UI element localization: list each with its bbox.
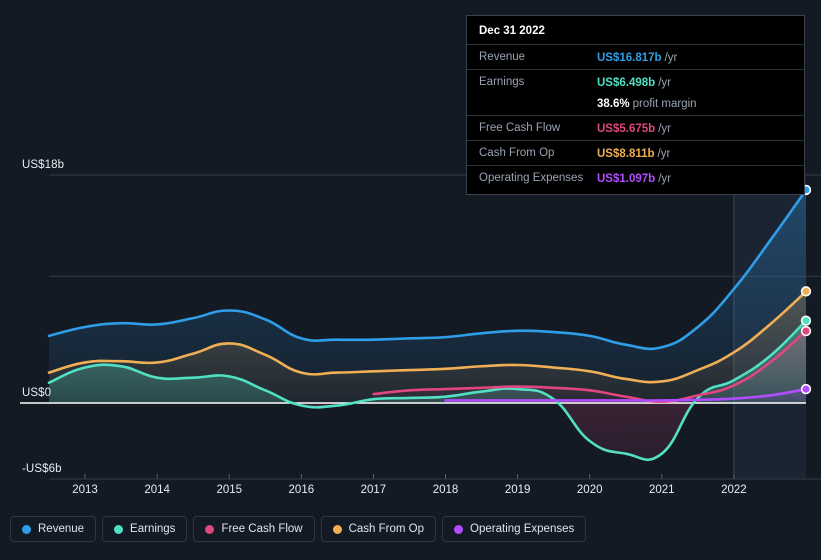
legend-dot-icon: [114, 524, 124, 534]
tooltip-value: US$1.097b: [597, 173, 656, 185]
tooltip-row-3: Free Cash Flow US$5.675b/yr: [467, 115, 804, 140]
tooltip-value-wrap: 38.6% profit margin: [597, 94, 697, 112]
y-axis-label-2: -US$6b: [22, 463, 62, 476]
x-axis-label-2015: 2015: [216, 484, 243, 496]
tooltip-label: Revenue: [479, 51, 526, 63]
tooltip-unit: /yr: [658, 123, 671, 135]
tooltip-label: Operating Expenses: [479, 172, 584, 184]
legend-label: Earnings: [130, 523, 176, 535]
tooltip-row-5: Operating Expenses US$1.097b/yr: [467, 165, 804, 190]
tooltip-title: Dec 31 2022: [479, 25, 545, 37]
x-axis-label-2014: 2014: [144, 484, 170, 496]
tooltip-value-wrap: US$8.811b/yr: [597, 144, 670, 162]
tooltip-value: US$16.817b: [597, 52, 662, 64]
legend-dot-icon: [205, 524, 215, 534]
tooltip-row-2: 38.6% profit margin: [467, 94, 804, 115]
endpoint-marker-operating-expenses[interactable]: [800, 383, 812, 395]
tooltip-value: US$8.811b: [597, 148, 655, 160]
x-axis-label-2022: 2022: [721, 484, 747, 496]
tooltip-label: Free Cash Flow: [479, 122, 561, 134]
y-axis-label-0: US$18b: [22, 158, 65, 171]
x-axis-ticks: [84, 474, 735, 479]
legend-dot-icon: [454, 524, 464, 534]
tooltip-value-wrap: US$6.498b/yr: [597, 73, 671, 91]
legend-item-cash-from-op[interactable]: Cash From Op: [320, 516, 437, 542]
tooltip-label: Earnings: [479, 76, 525, 88]
x-axis-label-2020: 2020: [576, 484, 603, 496]
tooltip-unit: /yr: [664, 52, 678, 64]
tooltip-value-wrap: US$1.097b/yr: [597, 169, 671, 187]
tooltip-value-wrap: US$16.817b/yr: [597, 48, 677, 66]
legend-dot-icon: [22, 524, 31, 534]
x-axis-label-2018: 2018: [432, 484, 459, 496]
x-axis-label-2021: 2021: [649, 484, 675, 496]
tooltip-value: US$6.498b: [597, 77, 656, 89]
x-axis-label-2016: 2016: [288, 484, 315, 496]
tooltip-unit: /yr: [657, 148, 671, 160]
legend-item-revenue[interactable]: Revenue: [10, 516, 97, 542]
series-lines: [47, 188, 808, 462]
tooltip-unit: /yr: [658, 77, 671, 89]
chart-legend[interactable]: Revenue Earnings Free Cash Flow Cash From O…: [10, 516, 587, 542]
tooltip-value: 38.6%: [597, 98, 630, 110]
legend-label: Cash From Op: [348, 523, 425, 535]
legend-item-operating-expenses[interactable]: Operating Expenses: [442, 516, 587, 542]
tooltip-value: US$5.675b: [597, 123, 656, 135]
tooltip-label: Cash From Op: [479, 147, 555, 159]
tooltip-rows: Revenue US$16.817b/yr Earnings US$6.498b/yr…: [467, 44, 804, 190]
x-axis-label-2013: 2013: [72, 484, 98, 496]
tooltip-value-wrap: US$5.675b/yr: [597, 119, 671, 137]
financial-chart-page: US$18b US$0 -US$6b 2013 2014 2015 2016 2017 201…: [0, 0, 821, 560]
endpoint-marker-free-cash-flow[interactable]: [800, 325, 812, 337]
tooltip-unit: profit margin: [632, 98, 697, 110]
x-axis-label-2019: 2019: [504, 484, 531, 496]
tooltip-row-1: Earnings US$6.498b/yr: [467, 69, 804, 94]
endpoint-marker-cash-from-op[interactable]: [800, 286, 812, 297]
legend-dot-icon: [332, 524, 342, 534]
endpoint-marker-earnings[interactable]: [800, 315, 812, 326]
data-tooltip: Dec 31 2022 Revenue US$16.817b/yr Earnings…: [466, 15, 805, 195]
line-revenue: [47, 188, 808, 351]
legend-label: Operating Expenses: [470, 523, 575, 535]
tooltip-row-4: Cash From Op US$8.811b/yr: [467, 140, 804, 165]
tooltip-row-0: Revenue US$16.817b/yr: [467, 44, 804, 69]
legend-label: Revenue: [38, 523, 85, 535]
legend-label: Free Cash Flow: [221, 523, 303, 535]
tooltip-unit: /yr: [658, 173, 671, 185]
legend-item-earnings[interactable]: Earnings: [102, 516, 188, 542]
legend-item-free-cash-flow[interactable]: Free Cash Flow: [193, 516, 315, 542]
y-axis-label-1: US$0: [22, 387, 52, 399]
x-axis-label-2017: 2017: [360, 484, 387, 496]
